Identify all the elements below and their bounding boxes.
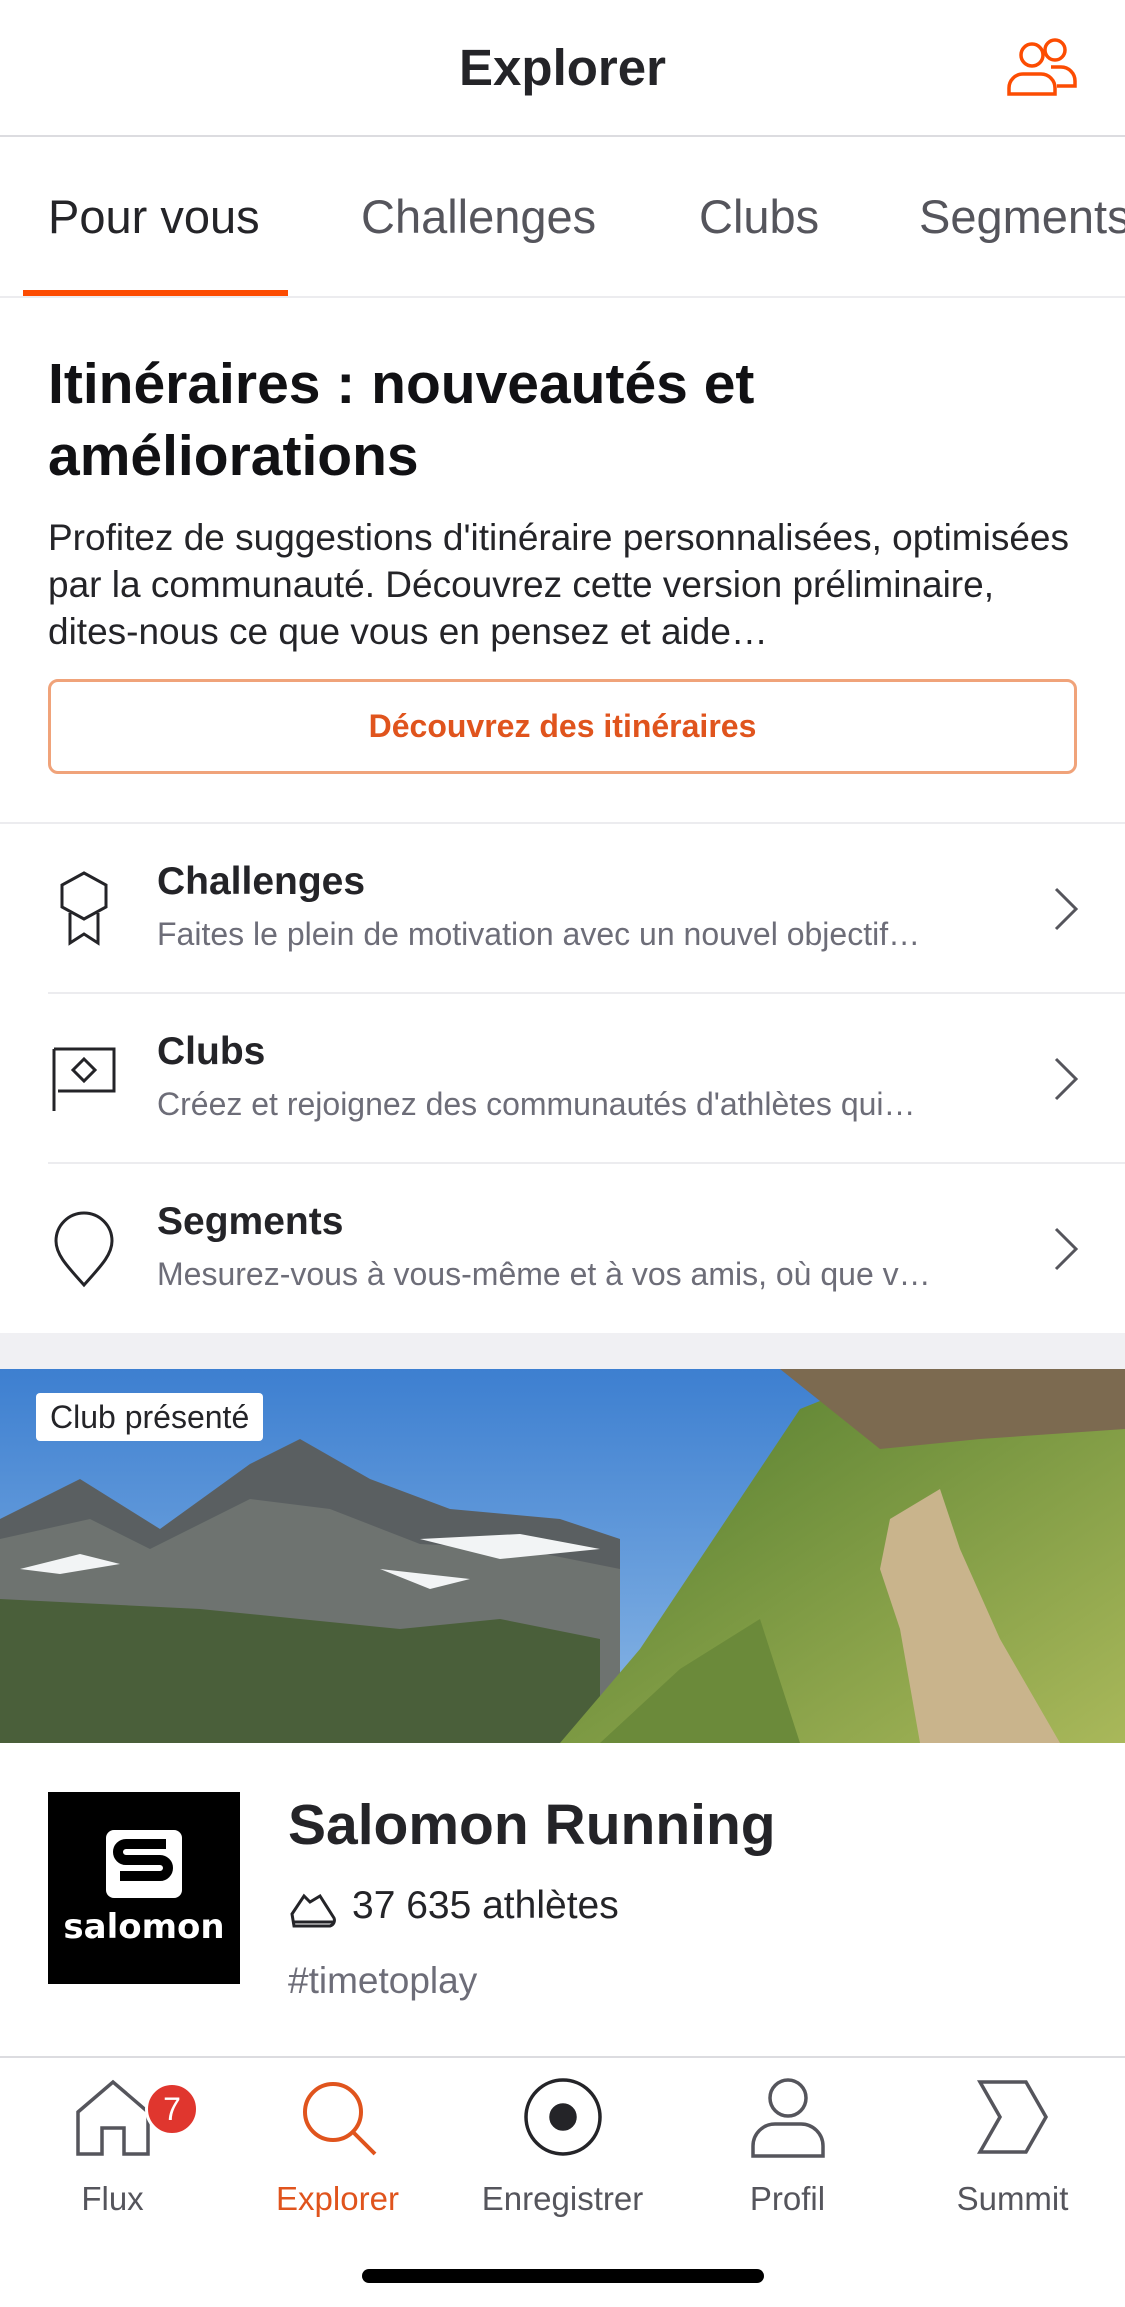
section-gap <box>0 1333 1125 1369</box>
discover-routes-button[interactable]: Découvrez des itinéraires <box>48 679 1077 774</box>
list-item-title: Segments <box>157 1200 344 1243</box>
featured-club-badge: Club présenté <box>36 1393 264 1441</box>
list-item-title: Clubs <box>157 1030 266 1073</box>
page-title: Explorer <box>459 39 666 96</box>
chevron-right-icon <box>1054 887 1079 931</box>
nav-item-explorer[interactable]: Explorer <box>225 2076 450 2226</box>
list-item-challenges[interactable]: Challenges Faites le plein de motivation… <box>0 824 1125 992</box>
chevron-right-icon <box>1054 1227 1079 1271</box>
flag-icon <box>52 1047 116 1111</box>
list-item-subtitle: Faites le plein de motivation avec un no… <box>157 916 921 952</box>
nav-item-summit[interactable]: Summit <box>900 2076 1125 2226</box>
record-icon <box>524 2078 602 2156</box>
location-pin-icon <box>54 1211 114 1288</box>
chevron-right-icon <box>1054 1057 1079 1101</box>
tab-pour-vous[interactable]: Pour vous <box>48 189 260 244</box>
nav-item-flux[interactable]: 7 Flux <box>0 2076 225 2226</box>
home-indicator[interactable] <box>362 2269 764 2283</box>
list-item-subtitle: Créez et rejoignez des communautés d'ath… <box>157 1086 916 1122</box>
promo-title: Itinéraires : nouveautés et amélioration… <box>48 352 755 488</box>
tab-clubs[interactable]: Clubs <box>699 189 819 244</box>
club-logo[interactable]: salomon <box>48 1792 240 1984</box>
nav-label: Explorer <box>276 2180 399 2217</box>
top-header: Explorer <box>0 0 1125 137</box>
active-tab-indicator <box>23 290 288 296</box>
nav-label: Profil <box>749 2180 826 2217</box>
list-item-segments[interactable]: Segments Mesurez-vous à vous-même et à v… <box>0 1164 1125 1332</box>
tab-segments[interactable]: Segments <box>919 189 1125 244</box>
notification-badge: 7 <box>145 2082 199 2136</box>
athletes-group-icon[interactable] <box>1005 36 1079 98</box>
promo-description: Profitez de suggestions d'itinéraire per… <box>48 517 1070 652</box>
nav-item-enregistrer[interactable]: Enregistrer <box>450 2076 675 2226</box>
summit-icon <box>976 2080 1049 2154</box>
badge-icon <box>60 871 108 946</box>
list-item-clubs[interactable]: Clubs Créez et rejoignez des communautés… <box>0 994 1125 1162</box>
profile-icon <box>751 2078 825 2158</box>
nav-label: Enregistrer <box>481 2180 644 2217</box>
list-item-title: Challenges <box>157 860 366 903</box>
search-icon <box>303 2082 377 2156</box>
shoe-icon <box>290 1893 336 1928</box>
nav-label: Summit <box>956 2180 1069 2217</box>
club-hashtag: #timetoplay <box>288 1960 478 2001</box>
explore-tabs: Pour vous Challenges Clubs Segments <box>0 137 1125 298</box>
nav-item-profil[interactable]: Profil <box>675 2076 900 2226</box>
home-icon <box>76 2079 150 2156</box>
club-name[interactable]: Salomon Running <box>288 1792 776 1858</box>
club-member-count: 37 635 athlètes <box>352 1884 619 1927</box>
list-item-subtitle: Mesurez-vous à vous-même et à vos amis, … <box>157 1256 931 1292</box>
tab-challenges[interactable]: Challenges <box>361 189 596 244</box>
nav-label: Flux <box>81 2180 144 2217</box>
club-logo-wordmark: salomon <box>63 1907 224 1947</box>
